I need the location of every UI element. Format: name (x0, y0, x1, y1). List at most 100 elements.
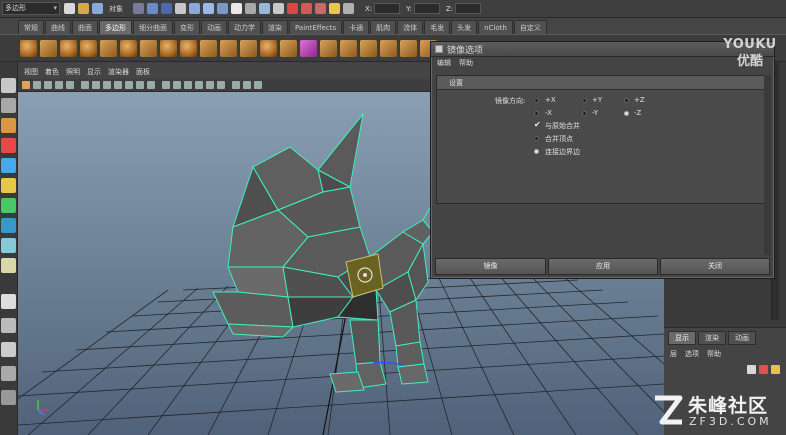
four-view-layout-icon[interactable] (1, 318, 16, 333)
lock-camera-icon[interactable] (33, 81, 41, 89)
extrude-icon[interactable] (320, 39, 337, 57)
hq-render-icon[interactable] (254, 81, 262, 89)
scale-tool-icon[interactable] (1, 178, 16, 193)
menu-shading[interactable]: 着色 (45, 67, 59, 77)
shelf-tab-general[interactable]: 常规 (18, 20, 44, 34)
open-scene-icon[interactable] (78, 3, 89, 14)
wireframe-icon[interactable] (162, 81, 170, 89)
shelf-tab-toon[interactable]: 卡通 (343, 20, 370, 34)
shelf-tab-hair[interactable]: 头发 (451, 20, 478, 34)
show-manipulator-icon[interactable] (1, 238, 16, 253)
shelf-tab-surfaces[interactable]: 曲面 (72, 20, 98, 34)
poly-torus-icon[interactable] (120, 39, 137, 57)
layer-menu-options[interactable]: 选项 (685, 349, 699, 359)
safe-title-icon[interactable] (147, 81, 155, 89)
new-layer-icon[interactable] (759, 365, 768, 374)
radio-minus-z[interactable] (624, 111, 629, 116)
connect-border-edges-radio[interactable] (534, 149, 539, 154)
last-tool-icon[interactable] (1, 258, 16, 273)
single-perspective-layout-icon[interactable] (1, 294, 16, 309)
dialog-menu-help[interactable]: 帮助 (459, 58, 473, 68)
append-polygon-icon[interactable] (380, 39, 397, 57)
mirror-geometry-icon[interactable] (280, 39, 297, 57)
select-camera-icon[interactable] (22, 81, 30, 89)
shelf-tab-painteffects[interactable]: PaintEffects (289, 20, 343, 34)
history-icon[interactable] (273, 3, 284, 14)
hypershade-icon[interactable] (329, 3, 340, 14)
select-component-icon[interactable] (161, 3, 172, 14)
radio-minus-y[interactable] (582, 111, 587, 116)
grid-toggle-icon[interactable] (81, 81, 89, 89)
use-all-lights-icon[interactable] (206, 81, 214, 89)
coord-z-field[interactable] (455, 3, 482, 14)
render-settings-icon[interactable] (315, 3, 326, 14)
textured-icon[interactable] (195, 81, 203, 89)
radio-minus-x[interactable] (534, 111, 539, 116)
radio-plus-z[interactable] (624, 98, 629, 103)
create-polygon-icon[interactable] (300, 39, 317, 57)
persp-graph-layout-icon[interactable] (1, 366, 16, 381)
merge-with-original-checkbox[interactable]: ✔ (534, 121, 541, 129)
shelf-tab-fluids[interactable]: 流体 (397, 20, 424, 34)
highlight-selection-icon[interactable] (189, 3, 200, 14)
resolution-gate-icon[interactable] (103, 81, 111, 89)
input-mode-icon[interactable] (343, 3, 354, 14)
lock-selection-icon[interactable] (175, 3, 186, 14)
shelf-tab-deformation[interactable]: 变形 (174, 20, 200, 34)
poly-sphere-icon[interactable] (20, 39, 37, 57)
select-tool-icon[interactable] (1, 78, 16, 93)
shelf-tab-ncloth[interactable]: nCloth (478, 20, 513, 34)
layer-tab-anim[interactable]: 动画 (728, 331, 756, 345)
poly-prism-icon[interactable] (140, 39, 157, 57)
poly-pyramid-icon[interactable] (160, 39, 177, 57)
polygon-dog-mesh[interactable] (212, 113, 443, 393)
xray-icon[interactable] (232, 81, 240, 89)
bridge-icon[interactable] (340, 39, 357, 57)
rotate-tool-icon[interactable] (1, 158, 16, 173)
wireframe-on-shaded-icon[interactable] (184, 81, 192, 89)
shelf-tab-animation[interactable]: 动画 (201, 20, 227, 34)
field-chart-icon[interactable] (125, 81, 133, 89)
mirror-button[interactable]: 镜像 (435, 258, 546, 275)
menu-renderer[interactable]: 渲染器 (108, 67, 129, 77)
render-frame-icon[interactable] (287, 3, 298, 14)
poly-cube-icon[interactable] (40, 39, 57, 57)
separate-icon[interactable] (220, 39, 237, 57)
layer-tab-render[interactable]: 渲染 (698, 331, 726, 345)
menu-panels[interactable]: 面板 (136, 67, 150, 77)
mode-menu-selector[interactable]: 多边形 (2, 2, 60, 15)
apply-button[interactable]: 应用 (548, 258, 658, 275)
shelf-tab-muscle[interactable]: 肌肉 (370, 20, 397, 34)
manipulator-tool-icon[interactable] (1, 198, 16, 213)
smooth-shade-icon[interactable] (173, 81, 181, 89)
split-polygon-icon[interactable] (400, 39, 417, 57)
shelf-tab-custom[interactable]: 自定义 (513, 20, 547, 34)
close-button[interactable]: 关闭 (660, 258, 770, 275)
radio-plus-x[interactable] (534, 98, 539, 103)
shelf-tab-polygons[interactable]: 多边形 (99, 20, 132, 34)
layer-menu-layers[interactable]: 层 (670, 349, 677, 359)
ipr-render-icon[interactable] (301, 3, 312, 14)
poly-cone-icon[interactable] (80, 39, 97, 57)
radio-plus-y[interactable] (582, 98, 587, 103)
layer-menu-help[interactable]: 帮助 (707, 349, 721, 359)
camera-attributes-icon[interactable] (44, 81, 52, 89)
layer-tab-display[interactable]: 显示 (668, 331, 696, 345)
persp-outliner-layout-icon[interactable] (1, 342, 16, 357)
poly-pipe-icon[interactable] (180, 39, 197, 57)
new-scene-icon[interactable] (64, 3, 75, 14)
combine-icon[interactable] (200, 39, 217, 57)
boolean-icon[interactable] (260, 39, 277, 57)
bookmarks-icon[interactable] (55, 81, 63, 89)
isolate-select-icon[interactable] (243, 81, 251, 89)
new-layer-selected-icon[interactable] (771, 365, 780, 374)
paint-select-tool-icon[interactable] (1, 118, 16, 133)
select-hierarchy-icon[interactable] (133, 3, 144, 14)
shelf-tab-subdivs[interactable]: 细分曲面 (133, 20, 173, 34)
bevel-icon[interactable] (360, 39, 377, 57)
snap-plane-icon[interactable] (245, 3, 256, 14)
menu-lighting[interactable]: 照明 (66, 67, 80, 77)
select-object-icon[interactable] (147, 3, 158, 14)
hypershade-layout-icon[interactable] (1, 390, 16, 405)
settings-section-header[interactable]: 设置 (437, 76, 769, 90)
